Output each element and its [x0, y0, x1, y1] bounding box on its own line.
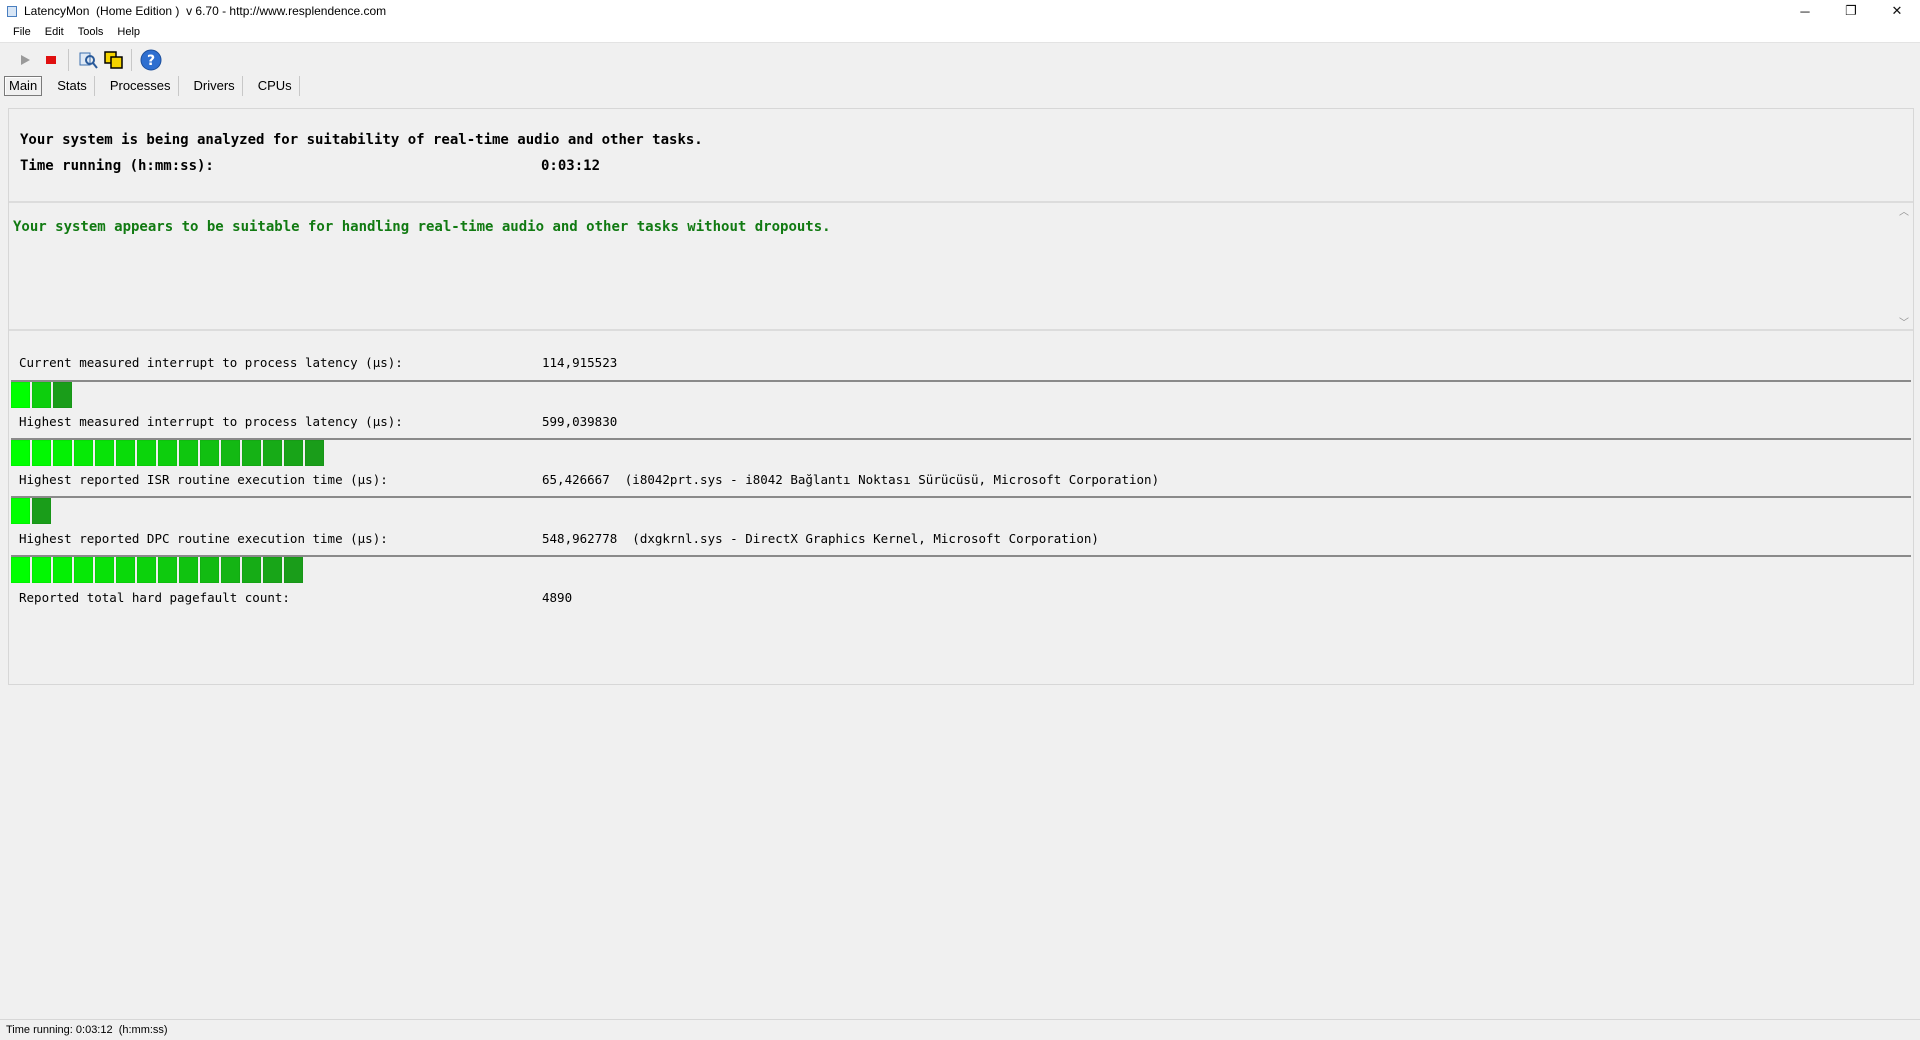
- bar-fill: [11, 498, 53, 524]
- bar-segment: [116, 557, 135, 583]
- bar-segment: [305, 440, 324, 466]
- bar-segment: [95, 557, 114, 583]
- window-controls: ─ ❐ ✕: [1782, 0, 1920, 22]
- divider: [9, 329, 1913, 331]
- copy-button[interactable]: [103, 49, 125, 71]
- verdict-scrollbar[interactable]: ︿ ﹀: [1897, 203, 1911, 329]
- toolbar: ?: [0, 45, 1920, 75]
- current-latency-bar: [11, 380, 1911, 408]
- bar-segment: [32, 382, 51, 408]
- tab-cpus[interactable]: CPUs: [251, 76, 300, 96]
- bar-segment: [179, 440, 198, 466]
- bar-segment: [284, 557, 303, 583]
- verdict-box: Your system appears to be suitable for h…: [9, 203, 1913, 329]
- report-button[interactable]: [77, 49, 99, 71]
- scroll-down-icon[interactable]: ﹀: [1899, 314, 1909, 329]
- bar-segment: [11, 557, 30, 583]
- tab-main[interactable]: Main: [4, 76, 43, 96]
- bar-fill: [11, 440, 326, 466]
- bar-segment: [137, 557, 156, 583]
- bar-segment: [242, 440, 261, 466]
- app-icon: [6, 5, 18, 17]
- bar-fill: [11, 557, 305, 583]
- bar-segment: [11, 440, 30, 466]
- bar-segment: [263, 557, 282, 583]
- bar-segment: [221, 557, 240, 583]
- bar-segment: [242, 557, 261, 583]
- bar-segment: [74, 440, 93, 466]
- menu-help[interactable]: Help: [110, 26, 147, 38]
- bar-segment: [158, 440, 177, 466]
- minimize-button[interactable]: ─: [1782, 0, 1828, 22]
- highest-latency-value: 599,039830: [542, 414, 618, 429]
- status-text: Time running: 0:03:12 (h:mm:ss): [6, 1024, 168, 1036]
- report-icon: [79, 52, 98, 69]
- bar-segment: [200, 557, 219, 583]
- bar-segment: [158, 557, 177, 583]
- isr-time-label: Highest reported ISR routine execution t…: [19, 472, 388, 487]
- maximize-button[interactable]: ❐: [1828, 0, 1874, 22]
- highest-latency-bar: [11, 438, 1911, 466]
- copy-icon: [104, 51, 123, 69]
- menu-edit[interactable]: Edit: [38, 26, 71, 38]
- bar-fill: [11, 382, 74, 408]
- help-button[interactable]: ?: [140, 49, 162, 71]
- scroll-up-icon[interactable]: ︿: [1899, 203, 1909, 218]
- time-running-label: Time running (h:mm:ss):: [20, 158, 214, 174]
- dpc-time-label: Highest reported DPC routine execution t…: [19, 531, 388, 546]
- bar-segment: [53, 557, 72, 583]
- bar-segment: [116, 440, 135, 466]
- bar-segment: [263, 440, 282, 466]
- time-running-value: 0:03:12: [541, 158, 601, 174]
- dpc-time-bar: [11, 555, 1911, 583]
- bar-segment: [53, 382, 72, 408]
- bar-segment: [95, 440, 114, 466]
- toolbar-separator: [131, 49, 132, 71]
- status-bar: Time running: 0:03:12 (h:mm:ss): [0, 1019, 1920, 1040]
- pagefault-value: 4890: [542, 590, 573, 605]
- bar-segment: [32, 498, 51, 524]
- bar-segment: [53, 440, 72, 466]
- bar-segment: [284, 440, 303, 466]
- bar-segment: [221, 440, 240, 466]
- current-latency-value: 114,915523: [542, 355, 618, 370]
- main-panel: Your system is being analyzed for suitab…: [8, 108, 1914, 685]
- highest-latency-label: Highest measured interrupt to process la…: [19, 414, 403, 429]
- bar-segment: [32, 440, 51, 466]
- isr-time-bar: [11, 496, 1911, 524]
- play-icon: [21, 55, 30, 65]
- toolbar-separator: [68, 49, 69, 71]
- stop-button[interactable]: [40, 49, 62, 71]
- tab-drivers[interactable]: Drivers: [187, 76, 243, 96]
- bar-segment: [200, 440, 219, 466]
- help-icon: ?: [140, 49, 162, 71]
- bar-segment: [11, 498, 30, 524]
- menu-file[interactable]: File: [0, 26, 38, 38]
- svg-text:?: ?: [147, 53, 155, 69]
- title-bar: LatencyMon (Home Edition ) v 6.70 - http…: [0, 0, 1920, 22]
- verdict-text: Your system appears to be suitable for h…: [13, 219, 831, 235]
- tab-bar: Main Stats Processes Drivers CPUs: [4, 75, 308, 97]
- isr-time-value: 65,426667 (i8042prt.sys - i8042 Bağlantı…: [542, 472, 1160, 487]
- close-button[interactable]: ✕: [1874, 0, 1920, 22]
- menu-bar: File Edit Tools Help: [0, 22, 1920, 43]
- window-title: LatencyMon (Home Edition ) v 6.70 - http…: [24, 4, 387, 18]
- start-button[interactable]: [14, 49, 36, 71]
- pagefault-label: Reported total hard pagefault count:: [19, 590, 290, 605]
- dpc-time-value: 548,962778 (dxgkrnl.sys - DirectX Graphi…: [542, 531, 1099, 546]
- bar-segment: [74, 557, 93, 583]
- analysis-status: Your system is being analyzed for suitab…: [20, 132, 703, 148]
- tab-stats[interactable]: Stats: [50, 76, 95, 96]
- bar-segment: [32, 557, 51, 583]
- stop-icon: [46, 56, 56, 64]
- tab-processes[interactable]: Processes: [103, 76, 179, 96]
- bar-segment: [11, 382, 30, 408]
- bar-segment: [137, 440, 156, 466]
- menu-tools[interactable]: Tools: [71, 26, 111, 38]
- bar-segment: [179, 557, 198, 583]
- current-latency-label: Current measured interrupt to process la…: [19, 355, 403, 370]
